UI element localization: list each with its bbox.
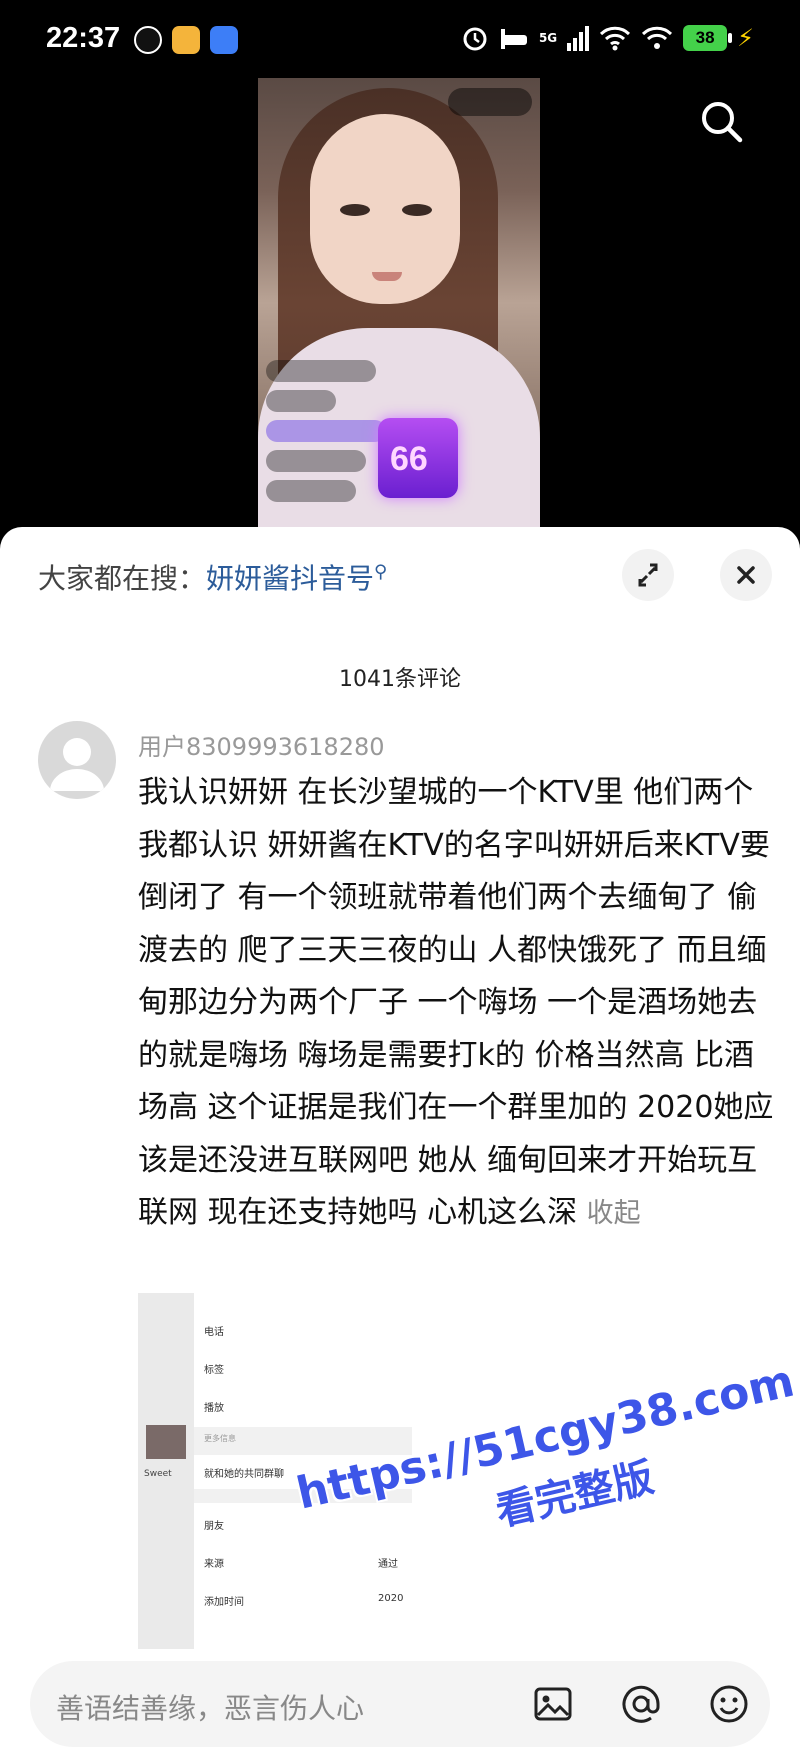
status-bar: 22:37 5G 38 ⚡ xyxy=(0,0,800,78)
qq-icon xyxy=(134,26,162,54)
weibo-icon xyxy=(172,26,200,54)
mention-icon[interactable] xyxy=(618,1681,664,1727)
video-face xyxy=(310,114,460,304)
comment-body: 我认识妍妍 在长沙望城的一个KTV里 他们两个我都认识 妍妍酱在KTV的名字叫妍… xyxy=(138,767,778,1241)
image-left-label: Sweet xyxy=(144,1469,172,1479)
wifi-icon xyxy=(600,26,631,51)
image-menu-value: 2020 xyxy=(378,1593,404,1604)
image-menu-item: 电话 xyxy=(204,1327,224,1338)
hotspot-icon xyxy=(642,26,673,49)
image-menu-item: 就和她的共同群聊 xyxy=(204,1469,284,1480)
search-icon[interactable] xyxy=(698,98,746,146)
trending-search[interactable]: 大家都在搜：妍妍酱抖音号⚲ xyxy=(38,557,387,597)
video-player[interactable]: 66 xyxy=(0,78,800,528)
search-small-icon: ⚲ xyxy=(374,561,388,583)
comment-count: 1041条评论 xyxy=(339,667,461,692)
image-menu-item: 来源 xyxy=(204,1559,224,1570)
video-eye-left xyxy=(340,204,370,216)
charging-icon: ⚡ xyxy=(737,24,754,52)
live-comment-chip xyxy=(266,450,366,472)
close-icon xyxy=(737,566,755,584)
comment-username[interactable]: 用户8309993618280 xyxy=(138,727,385,762)
emoji-icon[interactable] xyxy=(706,1681,752,1727)
expand-icon xyxy=(638,563,658,587)
gift-number: 66 xyxy=(390,440,428,478)
video-mouth xyxy=(372,272,402,281)
live-comment-chip xyxy=(266,480,356,502)
network-type: 5G xyxy=(538,31,558,45)
image-menu-item: 朋友 xyxy=(204,1521,224,1532)
comment-input[interactable]: 善语结善缘，恶言伤人心 xyxy=(30,1661,770,1747)
image-left-column: Sweet xyxy=(138,1293,194,1649)
image-menu-item: 更多信息 xyxy=(204,1434,236,1443)
image-menu-item: 添加时间 xyxy=(204,1597,244,1608)
live-host-chip xyxy=(448,88,532,116)
battery-indicator: 38 xyxy=(683,25,733,51)
alarm-icon xyxy=(463,27,487,51)
image-menu-item: 标签 xyxy=(204,1365,224,1376)
image-menu-item: 播放 xyxy=(204,1403,224,1414)
status-right: 5G 38 ⚡ xyxy=(461,24,754,52)
default-avatar-icon xyxy=(50,738,104,791)
comment-input-placeholder: 善语结善缘，恶言伤人心 xyxy=(56,1692,365,1725)
trending-search-keyword[interactable]: 妍妍酱抖音号 xyxy=(206,562,374,595)
cellular-signal-icon xyxy=(567,26,590,51)
collapse-link[interactable]: 收起 xyxy=(587,1198,641,1229)
trending-search-prefix: 大家都在搜： xyxy=(38,562,207,595)
image-picker-icon[interactable] xyxy=(530,1681,576,1727)
live-comment-chip xyxy=(266,390,336,412)
avatar[interactable] xyxy=(38,721,116,799)
comment-text: 我认识妍妍 在长沙望城的一个KTV里 他们两个我都认识 妍妍酱在KTV的名字叫妍… xyxy=(138,775,774,1230)
expand-button[interactable] xyxy=(622,549,674,601)
close-button[interactable] xyxy=(720,549,772,601)
live-stream-thumbnail[interactable]: 66 xyxy=(258,78,540,528)
image-thumbnail xyxy=(146,1425,186,1459)
live-comment-chip xyxy=(266,360,376,382)
comments-panel: 大家都在搜：妍妍酱抖音号⚲ 1041条评论 用户8309993618280 我认… xyxy=(0,527,800,1753)
status-app-icons xyxy=(134,26,238,54)
live-gift-animation: 66 xyxy=(368,378,468,508)
sleep-icon xyxy=(500,29,527,49)
video-eye-right xyxy=(402,204,432,216)
status-time: 22:37 xyxy=(46,22,121,54)
baidu-icon xyxy=(210,26,238,54)
